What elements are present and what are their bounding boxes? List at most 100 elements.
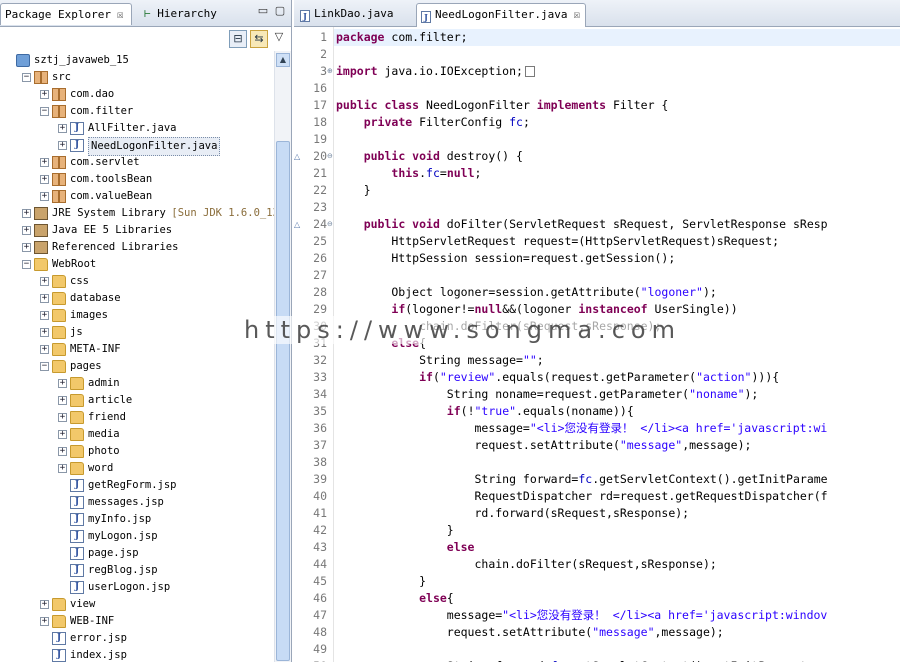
expand-icon[interactable]: +: [40, 294, 49, 303]
expand-icon[interactable]: +: [40, 90, 49, 99]
tree-item[interactable]: + Java EE 5 Libraries: [0, 222, 274, 239]
tree-item[interactable]: + article: [0, 392, 274, 409]
tree-item[interactable]: JregBlog.jsp: [0, 562, 274, 579]
tree-item[interactable]: + com.servlet: [0, 154, 274, 171]
collapse-icon[interactable]: −: [22, 73, 31, 82]
tree-item[interactable]: + Referenced Libraries: [0, 239, 274, 256]
expand-icon[interactable]: +: [58, 464, 67, 473]
expand-icon[interactable]: +: [58, 430, 67, 439]
code-line: public class NeedLogonFilter implements …: [336, 98, 669, 112]
tree-item[interactable]: JmyLogon.jsp: [0, 528, 274, 545]
tree-item-label: regBlog.jsp: [88, 564, 158, 576]
collapse-all-icon[interactable]: ⊟: [229, 30, 247, 48]
project-icon: [16, 54, 30, 67]
line-number: 23: [313, 200, 327, 214]
tree-scrollbar[interactable]: ▲: [274, 51, 291, 662]
expand-icon[interactable]: +: [58, 141, 67, 150]
expand-icon[interactable]: +: [40, 345, 49, 354]
tree-item[interactable]: − pages: [0, 358, 274, 375]
expand-icon[interactable]: +: [40, 192, 49, 201]
maximize-icon[interactable]: ▢: [273, 5, 287, 19]
tree-item[interactable]: + admin: [0, 375, 274, 392]
scrollbar-thumb[interactable]: [276, 141, 290, 661]
tree-item[interactable]: + com.dao: [0, 86, 274, 103]
tree-item[interactable]: + word: [0, 460, 274, 477]
line-number: 25: [313, 234, 327, 248]
tree-item-label: view: [70, 598, 96, 610]
expand-icon[interactable]: +: [58, 379, 67, 388]
close-icon[interactable]: ☒: [117, 8, 124, 21]
tree-item[interactable]: + META-INF: [0, 341, 274, 358]
tab-hierarchy[interactable]: ⊢ Hierarchy: [140, 3, 260, 25]
tree-item[interactable]: sztj_javaweb_15: [0, 52, 274, 69]
line-number: 21: [313, 166, 327, 180]
tree-item[interactable]: + js: [0, 324, 274, 341]
expand-icon[interactable]: +: [40, 158, 49, 167]
expand-icon[interactable]: +: [40, 311, 49, 320]
tab-linkdao[interactable]: J LinkDao.java: [296, 3, 408, 27]
fold-collapse-icon[interactable]: ⊖: [327, 148, 334, 165]
tree-item-label: JRE System Library: [52, 207, 166, 219]
tree-item[interactable]: JuserLogon.jsp: [0, 579, 274, 596]
collapse-icon[interactable]: −: [40, 362, 49, 371]
line-number: 48: [313, 625, 327, 639]
expand-icon[interactable]: +: [58, 124, 67, 133]
tab-needlogonfilter[interactable]: J NeedLogonFilter.java ☒: [416, 3, 586, 27]
tree-item[interactable]: + friend: [0, 409, 274, 426]
tree-item[interactable]: + J AllFilter.java: [0, 120, 274, 137]
expand-icon[interactable]: +: [40, 617, 49, 626]
tree-item[interactable]: JgetRegForm.jsp: [0, 477, 274, 494]
tree-item[interactable]: − com.filter: [0, 103, 274, 120]
tree-item[interactable]: + com.valueBean: [0, 188, 274, 205]
line-number: 37: [313, 438, 327, 452]
tree-item[interactable]: + com.toolsBean: [0, 171, 274, 188]
tree-item[interactable]: Jmessages.jsp: [0, 494, 274, 511]
collapse-icon[interactable]: −: [22, 260, 31, 269]
expand-icon[interactable]: +: [58, 396, 67, 405]
tree-item[interactable]: + css: [0, 273, 274, 290]
folder-icon: [52, 343, 66, 356]
expand-icon[interactable]: +: [40, 175, 49, 184]
tree-item[interactable]: + photo: [0, 443, 274, 460]
expand-icon[interactable]: +: [22, 226, 31, 235]
folder-icon: [52, 598, 66, 611]
tree-item[interactable]: + WEB-INF: [0, 613, 274, 630]
expand-icon[interactable]: +: [22, 209, 31, 218]
tree-item-label: getRegForm.jsp: [88, 479, 177, 491]
minimize-icon[interactable]: ▭: [256, 5, 270, 19]
close-icon[interactable]: ☒: [573, 8, 580, 21]
fold-collapse-icon[interactable]: ⊖: [327, 216, 334, 233]
tree-item[interactable]: Jerror.jsp: [0, 630, 274, 647]
tree-item[interactable]: − src: [0, 69, 274, 86]
tree-item[interactable]: − WebRoot: [0, 256, 274, 273]
collapse-icon[interactable]: −: [40, 107, 49, 116]
link-with-editor-icon[interactable]: ⇆: [250, 30, 268, 48]
tree-item[interactable]: + JRE System Library [Sun JDK 1.6.0_13]: [0, 205, 274, 222]
scroll-up-arrow-icon[interactable]: ▲: [276, 53, 290, 67]
tab-package-explorer[interactable]: Package Explorer ☒: [0, 3, 132, 25]
tree-item[interactable]: + J NeedLogonFilter.java: [0, 137, 274, 156]
tree-item-label: admin: [88, 377, 120, 389]
code-line: HttpSession session=request.getSession()…: [336, 251, 676, 265]
expand-icon[interactable]: +: [40, 328, 49, 337]
expand-icon[interactable]: +: [22, 243, 31, 252]
expand-icon[interactable]: +: [40, 277, 49, 286]
fold-expand-icon[interactable]: ⊕: [327, 63, 334, 80]
tree-item[interactable]: + view: [0, 596, 274, 613]
expand-icon[interactable]: +: [58, 413, 67, 422]
tree-item[interactable]: JmyInfo.jsp: [0, 511, 274, 528]
tree-item[interactable]: + database: [0, 290, 274, 307]
tree-item[interactable]: Jpage.jsp: [0, 545, 274, 562]
code-area[interactable]: package com.filter; import java.io.IOExce…: [334, 27, 900, 662]
tree-item[interactable]: Jindex.jsp: [0, 647, 274, 662]
tree-item[interactable]: + media: [0, 426, 274, 443]
expand-icon[interactable]: +: [58, 447, 67, 456]
code-line: private FilterConfig fc;: [363, 115, 530, 129]
jsp-file-icon: J: [70, 581, 84, 594]
view-menu-icon[interactable]: ▽: [272, 31, 286, 45]
tree-item-label: com.servlet: [70, 156, 140, 168]
tree-item[interactable]: + images: [0, 307, 274, 324]
line-number: 47: [313, 608, 327, 622]
expand-icon[interactable]: +: [40, 600, 49, 609]
line-number: 39: [313, 472, 327, 486]
